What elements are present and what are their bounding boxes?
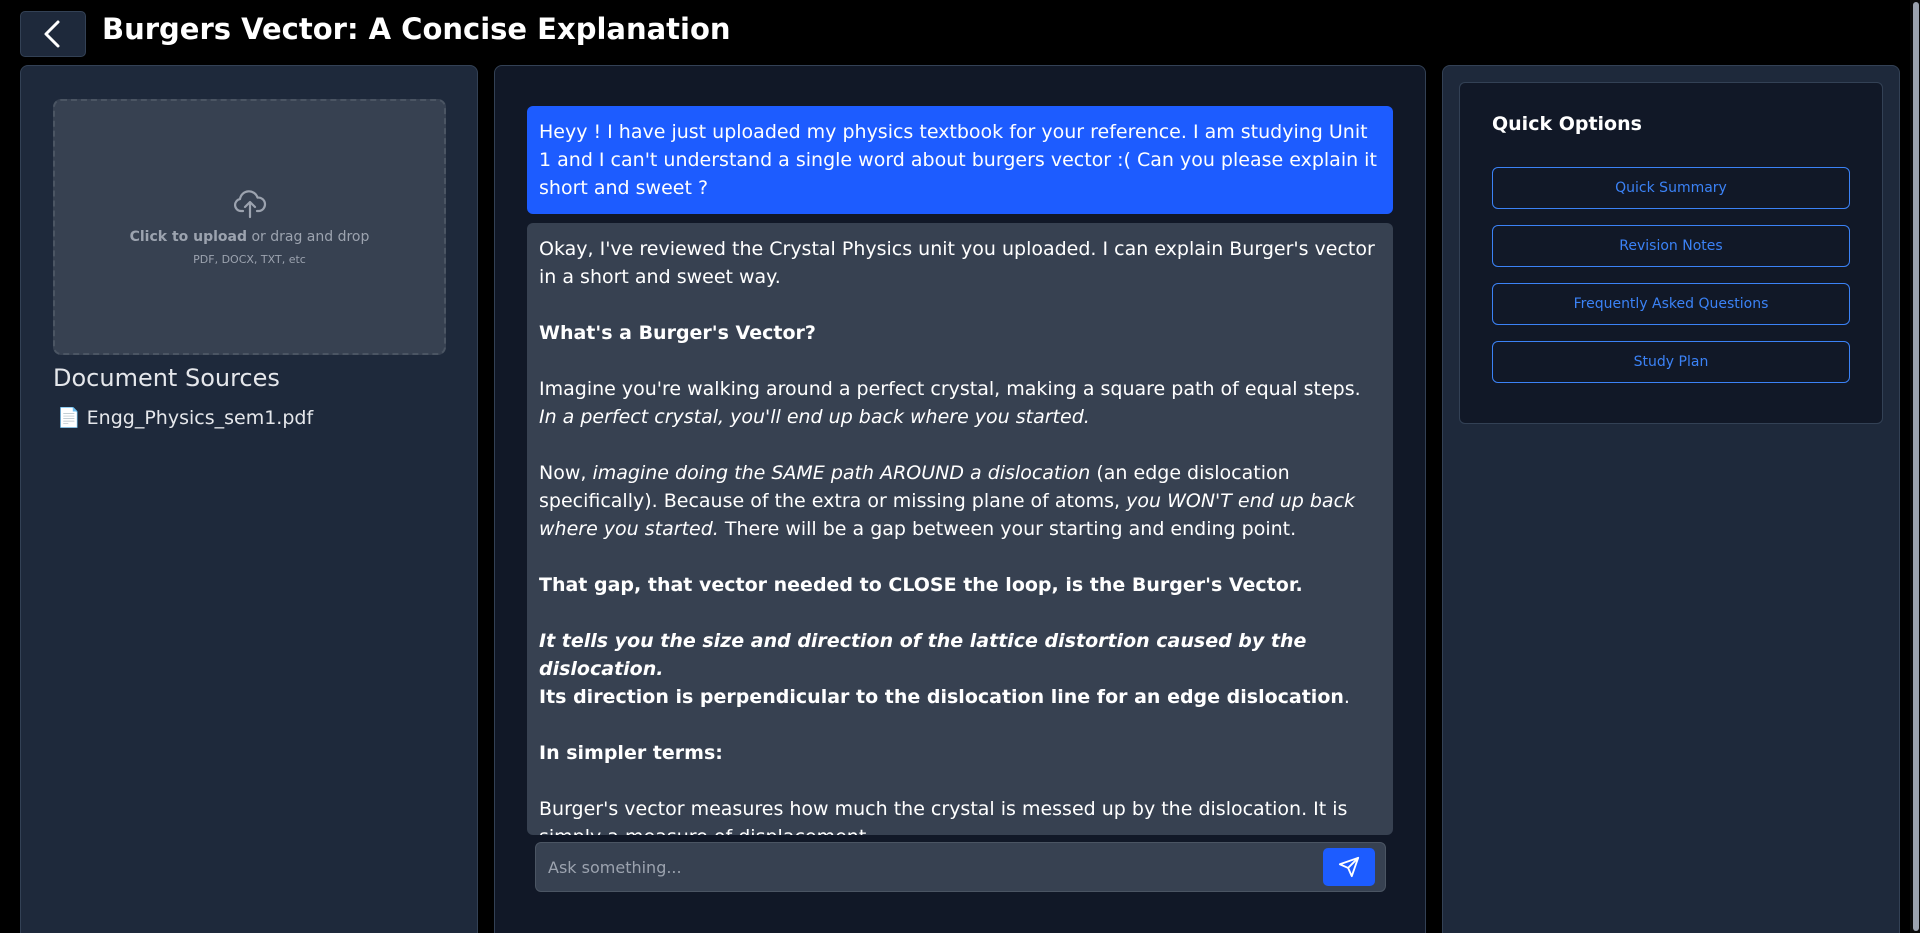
ai-heading: What's a Burger's Vector? bbox=[539, 322, 816, 344]
ai-intro: Okay, I've reviewed the Crystal Physics … bbox=[539, 238, 1375, 288]
source-item[interactable]: 📄 Engg_Physics_sem1.pdf bbox=[57, 406, 314, 430]
document-icon: 📄 bbox=[57, 407, 81, 429]
user-message: Heyy ! I have just uploaded my physics t… bbox=[527, 106, 1393, 214]
source-filename: Engg_Physics_sem1.pdf bbox=[86, 406, 314, 429]
assistant-message: Okay, I've reviewed the Crystal Physics … bbox=[527, 223, 1393, 835]
page-title: Burgers Vector: A Concise Explanation bbox=[102, 12, 731, 46]
cloud-upload-icon bbox=[233, 189, 266, 218]
ai-paragraph-6: In simpler terms: bbox=[539, 742, 723, 764]
ai-paragraph-5: Its direction is perpendicular to the di… bbox=[539, 686, 1350, 708]
chat-panel: Heyy ! I have just uploaded my physics t… bbox=[494, 65, 1426, 933]
chevron-left-icon bbox=[44, 20, 60, 48]
document-sidebar: Click to upload or drag and drop PDF, DO… bbox=[20, 65, 478, 933]
ai-paragraph-7: Burger's vector measures how much the cr… bbox=[539, 798, 1348, 835]
scrollbar-thumb[interactable] bbox=[1913, 2, 1919, 931]
file-upload-dropzone[interactable]: Click to upload or drag and drop PDF, DO… bbox=[53, 99, 446, 355]
send-button[interactable] bbox=[1323, 848, 1375, 886]
ai-paragraph-1: Imagine you're walking around a perfect … bbox=[539, 378, 1361, 428]
chat-input-bar bbox=[535, 842, 1386, 892]
back-button[interactable] bbox=[20, 11, 86, 57]
ai-paragraph-4: It tells you the size and direction of t… bbox=[539, 630, 1307, 680]
quick-options-title: Quick Options bbox=[1492, 113, 1642, 135]
document-sources-title: Document Sources bbox=[53, 364, 280, 392]
study-plan-button[interactable]: Study Plan bbox=[1492, 341, 1850, 383]
send-icon bbox=[1338, 856, 1360, 878]
upload-instructions: Click to upload or drag and drop bbox=[130, 229, 370, 245]
top-bar: Burgers Vector: A Concise Explanation bbox=[0, 0, 1920, 62]
faq-button[interactable]: Frequently Asked Questions bbox=[1492, 283, 1850, 325]
drag-drop-label: or drag and drop bbox=[247, 228, 370, 245]
quick-summary-button[interactable]: Quick Summary bbox=[1492, 167, 1850, 209]
quick-options-card: Quick Options Quick Summary Revision Not… bbox=[1459, 82, 1883, 424]
ai-paragraph-3: That gap, that vector needed to CLOSE th… bbox=[539, 574, 1303, 596]
revision-notes-button[interactable]: Revision Notes bbox=[1492, 225, 1850, 267]
quick-options-panel: Quick Options Quick Summary Revision Not… bbox=[1442, 65, 1900, 933]
ai-paragraph-2: Now, imagine doing the SAME path AROUND … bbox=[539, 462, 1356, 540]
page-scrollbar[interactable] bbox=[1910, 0, 1920, 933]
click-to-upload-label[interactable]: Click to upload bbox=[130, 229, 247, 245]
upload-file-types: PDF, DOCX, TXT, etc bbox=[193, 252, 306, 266]
chat-input[interactable] bbox=[536, 843, 1316, 891]
